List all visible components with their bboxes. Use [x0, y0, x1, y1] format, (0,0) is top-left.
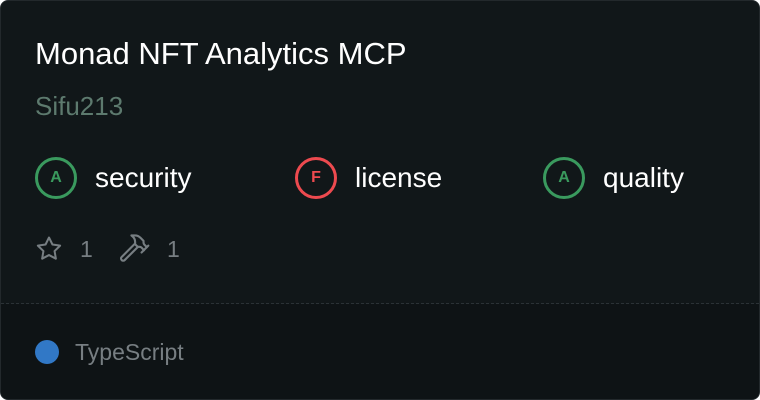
- card-header: Monad NFT Analytics MCP Sifu213 A securi…: [1, 1, 759, 303]
- card-title[interactable]: Monad NFT Analytics MCP: [35, 34, 407, 74]
- stars-count: 1: [80, 235, 93, 262]
- grade-label-license: license: [355, 162, 443, 193]
- tools-stat: 1: [119, 233, 180, 265]
- grade-security: A security: [35, 154, 191, 202]
- grade-badge-license: F: [295, 157, 337, 199]
- grade-label-security: security: [95, 162, 192, 193]
- grade-license: F license: [295, 154, 442, 202]
- grade-quality: A quality: [543, 154, 684, 202]
- grade-label-quality: quality: [603, 162, 684, 193]
- language-color-dot: [35, 340, 59, 364]
- star-icon: [34, 234, 64, 264]
- tools-count: 1: [167, 235, 180, 262]
- server-card[interactable]: Monad NFT Analytics MCP Sifu213 A securi…: [0, 0, 760, 400]
- card-footer: TypeScript: [1, 304, 759, 399]
- language-tag: TypeScript: [35, 338, 184, 366]
- stars-stat: 1: [34, 233, 93, 265]
- card-author[interactable]: Sifu213: [35, 89, 123, 123]
- grade-badge-quality: A: [543, 157, 585, 199]
- grade-badge-security: A: [35, 157, 77, 199]
- hammer-icon: [119, 233, 151, 265]
- language-name: TypeScript: [75, 338, 184, 365]
